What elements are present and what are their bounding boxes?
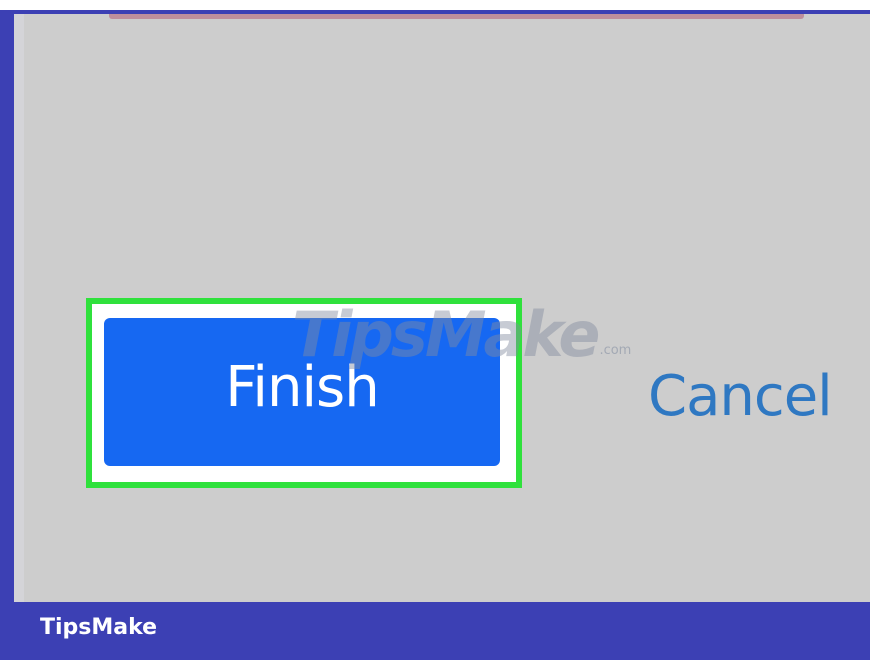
brand-logo-text: TipsMake [40, 615, 158, 640]
top-border [0, 0, 870, 10]
window-top-edge [109, 14, 804, 19]
window-left-edge [14, 14, 24, 602]
finish-button[interactable]: Finish [104, 318, 500, 466]
cancel-button[interactable]: Cancel [648, 362, 838, 432]
